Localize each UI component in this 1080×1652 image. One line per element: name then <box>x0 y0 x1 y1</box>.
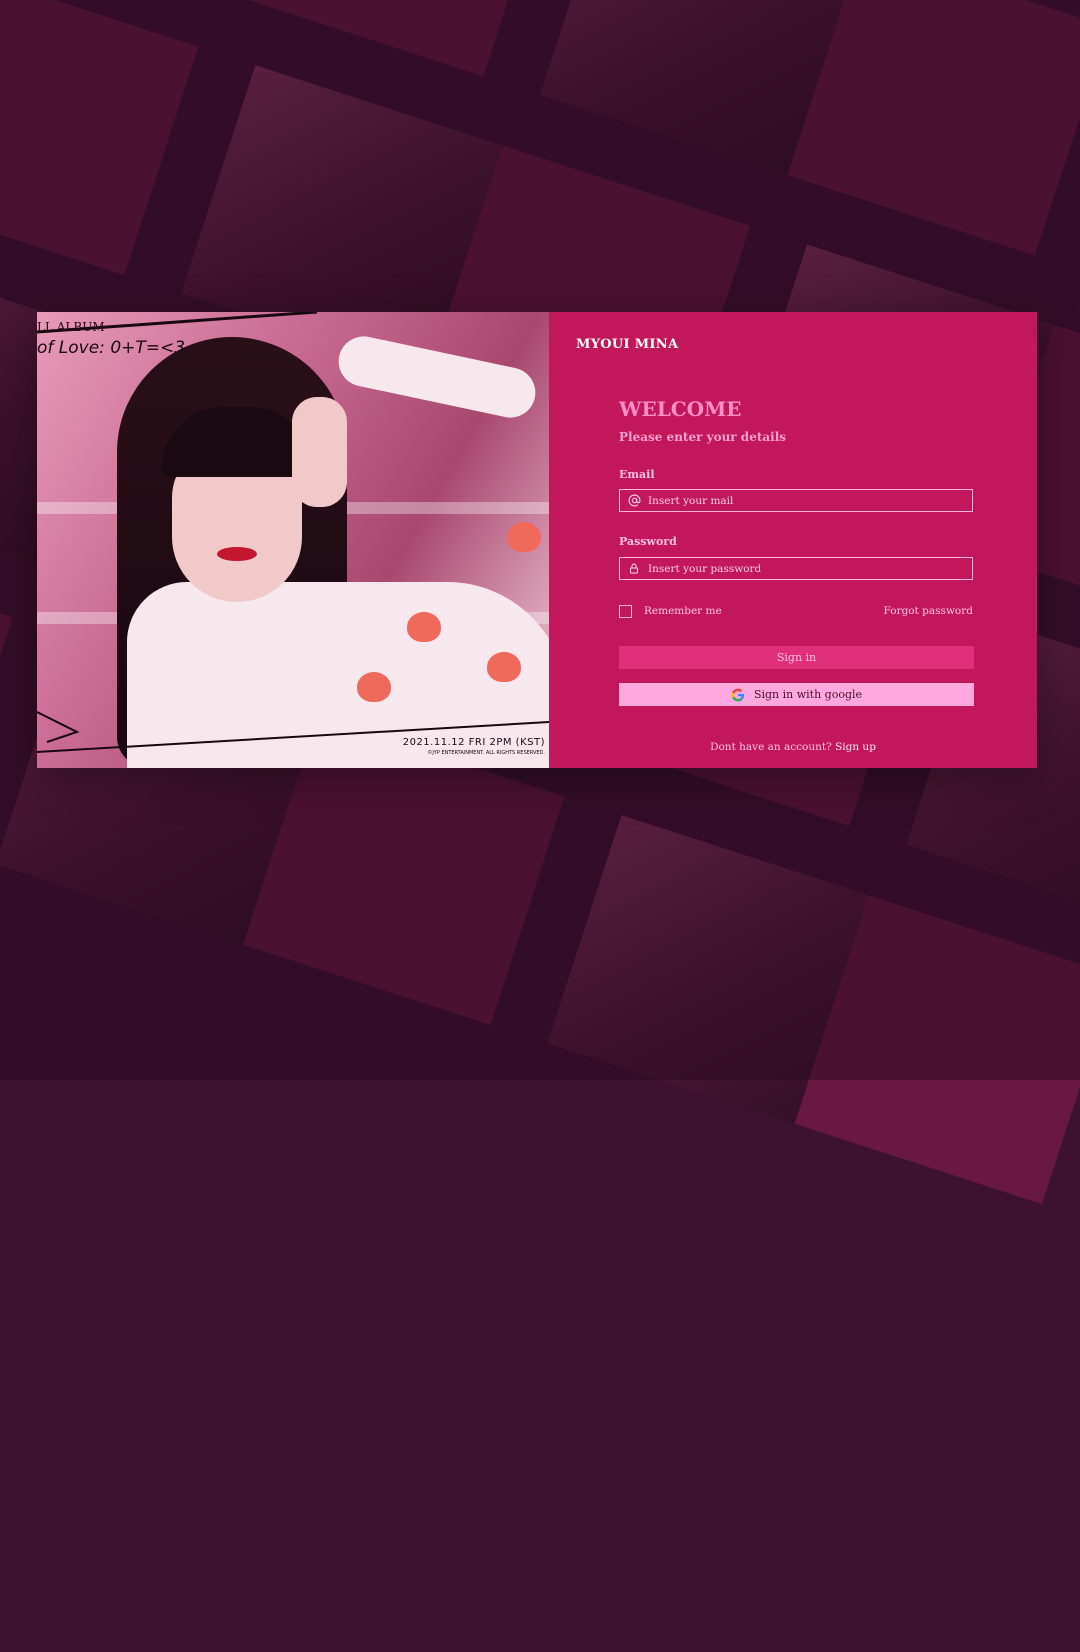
album-title: LL ALBUM <box>37 320 105 334</box>
page-title: WELCOME <box>619 397 742 421</box>
forgot-password-link[interactable]: Forgot password <box>884 605 973 617</box>
sign-in-button[interactable]: Sign in <box>619 646 974 669</box>
email-field[interactable] <box>619 489 973 512</box>
login-window: LL ALBUM of Love: 0+T=<3 2021.11.12 FRI … <box>37 312 1037 768</box>
sign-up-link[interactable]: Sign up <box>835 741 876 753</box>
signup-prompt: Dont have an account? <box>710 741 832 753</box>
password-label: Password <box>619 535 677 548</box>
google-sign-in-button[interactable]: Sign in with google <box>619 683 974 706</box>
google-sign-in-label: Sign in with google <box>754 688 862 701</box>
remember-row: Remember me Forgot password <box>619 604 973 620</box>
album-subtitle: of Love: 0+T=<3 <box>37 338 185 358</box>
email-label: Email <box>619 468 655 481</box>
signup-row: Dont have an account? Sign up <box>549 741 1037 753</box>
login-form: MYOUI MINA WELCOME Please enter your det… <box>549 312 1037 768</box>
at-icon <box>620 490 648 511</box>
page-subtitle: Please enter your details <box>619 430 786 444</box>
brush-stroke-decoration <box>37 312 549 768</box>
password-input[interactable] <box>648 559 972 578</box>
brand-name: MYOUI MINA <box>576 337 678 352</box>
sign-in-label: Sign in <box>777 651 816 664</box>
email-input[interactable] <box>648 491 972 510</box>
lock-icon <box>620 558 648 579</box>
hero-photo: LL ALBUM of Love: 0+T=<3 2021.11.12 FRI … <box>37 312 549 768</box>
copyright-line: ©JYP ENTERTAINMENT. ALL RIGHTS RESERVED. <box>427 750 545 756</box>
google-icon <box>731 688 745 702</box>
remember-label[interactable]: Remember me <box>644 605 722 617</box>
release-date: 2021.11.12 FRI 2PM (KST) <box>403 737 545 748</box>
password-field[interactable] <box>619 557 973 580</box>
remember-checkbox[interactable] <box>619 605 632 618</box>
